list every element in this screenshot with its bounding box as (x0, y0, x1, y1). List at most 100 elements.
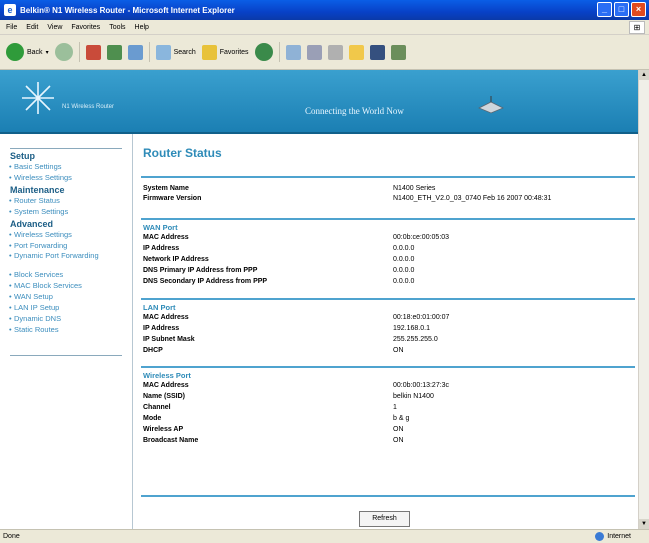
browser-toolbar: Back ▾ Search Favorites (0, 35, 649, 70)
search-button[interactable]: Search (155, 44, 196, 60)
info-row: MAC Address 00:0b:ce:00:05:03 (143, 234, 633, 244)
info-label: IP Subnet Mask (143, 336, 195, 343)
sidebar-heading-advanced: Advanced (10, 219, 54, 229)
forward-button[interactable] (54, 43, 73, 61)
belkin-logo-icon (22, 82, 54, 114)
globe-icon (595, 532, 605, 541)
stop-icon[interactable] (85, 44, 101, 60)
favorites-button[interactable]: Favorites (201, 44, 249, 60)
window-controls: _ □ × (597, 2, 646, 17)
sidebar-item-system-settings[interactable]: System Settings (0, 206, 132, 217)
info-label: IP Address (143, 325, 180, 332)
sidebar-item-wireless-settings[interactable]: Wireless Settings (0, 172, 132, 183)
section-heading-lan: LAN Port (143, 303, 176, 312)
refresh-button[interactable]: Refresh (359, 511, 410, 527)
sidebar-item-adv-wireless-settings[interactable]: Wireless Settings (0, 229, 132, 240)
scroll-up-icon[interactable]: ▲ (639, 70, 649, 80)
sidebar-item-wan-setup[interactable]: WAN Setup (0, 291, 132, 302)
sidebar-item-port-forwarding[interactable]: Port Forwarding (0, 240, 132, 251)
info-label: DNS Primary IP Address from PPP (143, 267, 258, 274)
research-icon[interactable] (390, 44, 406, 60)
vertical-scrollbar[interactable]: ▲ ▼ (638, 70, 649, 529)
menu-edit[interactable]: Edit (26, 24, 38, 31)
info-row: Network IP Address 0.0.0.0 (143, 256, 633, 266)
info-row: DNS Secondary IP Address from PPP 0.0.0.0 (143, 278, 633, 288)
info-value: ON (393, 426, 404, 433)
refresh-icon[interactable] (106, 44, 122, 60)
messenger-icon[interactable] (369, 44, 385, 60)
status-text: Done (3, 533, 20, 540)
info-value: 0.0.0.0 (393, 245, 415, 252)
star-icon (201, 44, 217, 60)
info-row: IP Address 0.0.0.0 (143, 245, 633, 255)
page-title: Router Status (143, 146, 222, 160)
info-value: 00:18:e0:01:00:07 (393, 314, 450, 321)
info-label: IP Address (143, 245, 180, 252)
info-value: ON (393, 347, 404, 354)
maximize-button[interactable]: □ (614, 2, 629, 17)
menu-favorites[interactable]: Favorites (71, 24, 100, 31)
info-row: Broadcast Name ON (143, 437, 633, 447)
info-label: DNS Secondary IP Address from PPP (143, 278, 268, 285)
info-label: DHCP (143, 347, 163, 354)
section-heading-wireless: Wireless Port (143, 371, 191, 380)
history-icon[interactable] (285, 44, 301, 60)
sidebar-item-dynamic-port-forwarding[interactable]: Dynamic Port Forwarding (0, 251, 132, 269)
sidebar: Setup Basic Settings Wireless Settings M… (0, 134, 133, 529)
info-value: 1 (393, 404, 397, 411)
menu-help[interactable]: Help (135, 24, 149, 31)
print-icon[interactable] (327, 44, 343, 60)
sidebar-item-static-routes[interactable]: Static Routes (0, 324, 132, 335)
menu-tools[interactable]: Tools (109, 24, 125, 31)
sidebar-item-block-services[interactable]: Block Services (0, 269, 132, 280)
main-content: Router Status System Name N1400 Series F… (133, 134, 638, 529)
status-bar: Done Internet (0, 529, 649, 543)
router-icon (478, 96, 504, 114)
menu-file[interactable]: File (6, 24, 17, 31)
info-value: 00:0b:ce:00:05:03 (393, 234, 450, 241)
windows-logo-icon: ⊞ (629, 21, 645, 34)
sidebar-item-router-status[interactable]: Router Status (0, 195, 132, 206)
scroll-down-icon[interactable]: ▼ (639, 519, 649, 529)
sidebar-heading-setup: Setup (10, 151, 36, 161)
info-value: b & g (393, 415, 410, 422)
sidebar-item-mac-block-services[interactable]: MAC Block Services (0, 280, 132, 291)
info-value: 00:0b:00:13:27:3c (393, 382, 450, 389)
info-label: Channel (143, 404, 171, 411)
back-button[interactable]: Back ▾ (6, 43, 49, 61)
back-arrow-icon (6, 43, 24, 61)
info-value: N1400_ETH_V2.0_03_0740 Feb 16 2007 00:48… (393, 195, 552, 202)
info-value: 0.0.0.0 (393, 278, 415, 285)
info-label: MAC Address (143, 234, 189, 241)
info-row: Channel 1 (143, 404, 633, 414)
folder-icon[interactable] (348, 44, 364, 60)
info-value: 0.0.0.0 (393, 256, 415, 263)
menu-bar: File Edit View Favorites Tools Help (0, 20, 649, 35)
info-label: Name (SSID) (143, 393, 186, 400)
home-icon[interactable] (127, 44, 143, 60)
mail-icon[interactable] (306, 44, 322, 60)
search-icon (155, 44, 171, 60)
info-value: 0.0.0.0 (393, 267, 415, 274)
web-page: N1 Wireless Router Connecting the World … (0, 70, 638, 529)
sidebar-item-dynamic-dns[interactable]: Dynamic DNS (0, 313, 132, 324)
info-value: ON (393, 437, 404, 444)
section-divider (141, 495, 635, 497)
media-icon[interactable] (254, 43, 273, 61)
section-divider (141, 366, 635, 368)
ie-icon: e (4, 4, 16, 16)
brand-name: N1 Wireless Router (62, 104, 115, 110)
minimize-button[interactable]: _ (597, 2, 612, 17)
sidebar-item-lan-ip-setup[interactable]: LAN IP Setup (0, 302, 132, 313)
window-titlebar: e Belkin® N1 Wireless Router - Microsoft… (0, 0, 649, 20)
info-value: belkin N1400 (393, 393, 434, 400)
chevron-down-icon: ▾ (45, 49, 49, 56)
close-button[interactable]: × (631, 2, 646, 17)
info-row: MAC Address 00:0b:00:13:27:3c (143, 382, 633, 392)
info-value: N1400 Series (393, 185, 436, 192)
menu-view[interactable]: View (47, 24, 62, 31)
info-row: Name (SSID) belkin N1400 (143, 393, 633, 403)
sidebar-item-basic-settings[interactable]: Basic Settings (0, 161, 132, 172)
sidebar-divider (10, 355, 122, 356)
tagline: Connecting the World Now (305, 106, 404, 116)
